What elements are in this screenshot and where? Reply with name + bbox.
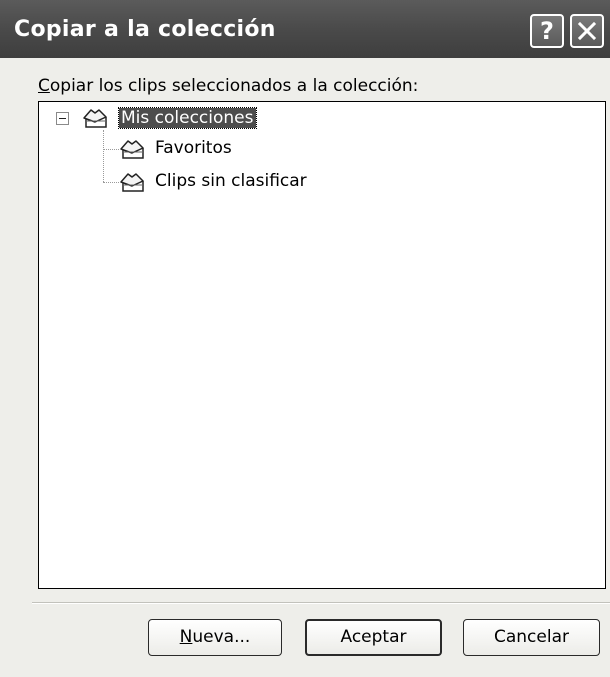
collection-folder-icon xyxy=(120,173,144,192)
close-icon xyxy=(577,21,597,41)
copy-to-collection-label: Copiar los clips seleccionados a la cole… xyxy=(38,76,418,96)
separator xyxy=(32,602,610,604)
label-text: opiar los clips seleccionados a la colec… xyxy=(49,76,419,96)
help-icon: ? xyxy=(540,17,554,45)
ok-button[interactable]: Aceptar xyxy=(305,619,442,656)
tree-connector xyxy=(103,130,104,182)
close-button[interactable] xyxy=(570,14,604,48)
tree-connector xyxy=(103,149,119,150)
new-button[interactable]: Nueva... xyxy=(148,619,282,656)
collection-folder-icon xyxy=(120,140,144,159)
collection-folder-icon xyxy=(83,109,107,128)
new-mnemonic: N xyxy=(179,627,193,647)
dialog-title: Copiar a la colección xyxy=(14,17,276,42)
label-mnemonic: C xyxy=(38,76,50,96)
collapse-toggle-icon[interactable] xyxy=(56,112,69,125)
collection-tree[interactable]: Mis colecciones Favoritos Clips sin clas… xyxy=(38,101,606,589)
dialog-window: Copiar a la colección ? Copiar los clips… xyxy=(0,0,610,677)
new-label: ueva... xyxy=(192,627,251,647)
cancel-button[interactable]: Cancelar xyxy=(463,619,600,656)
title-bar[interactable]: Copiar a la colección ? xyxy=(0,0,610,58)
tree-node-label[interactable]: Mis colecciones xyxy=(118,107,257,129)
tree-connector xyxy=(103,182,119,183)
tree-node-label[interactable]: Clips sin clasificar xyxy=(155,171,307,191)
help-button[interactable]: ? xyxy=(530,14,564,48)
tree-node-label[interactable]: Favoritos xyxy=(155,138,232,158)
